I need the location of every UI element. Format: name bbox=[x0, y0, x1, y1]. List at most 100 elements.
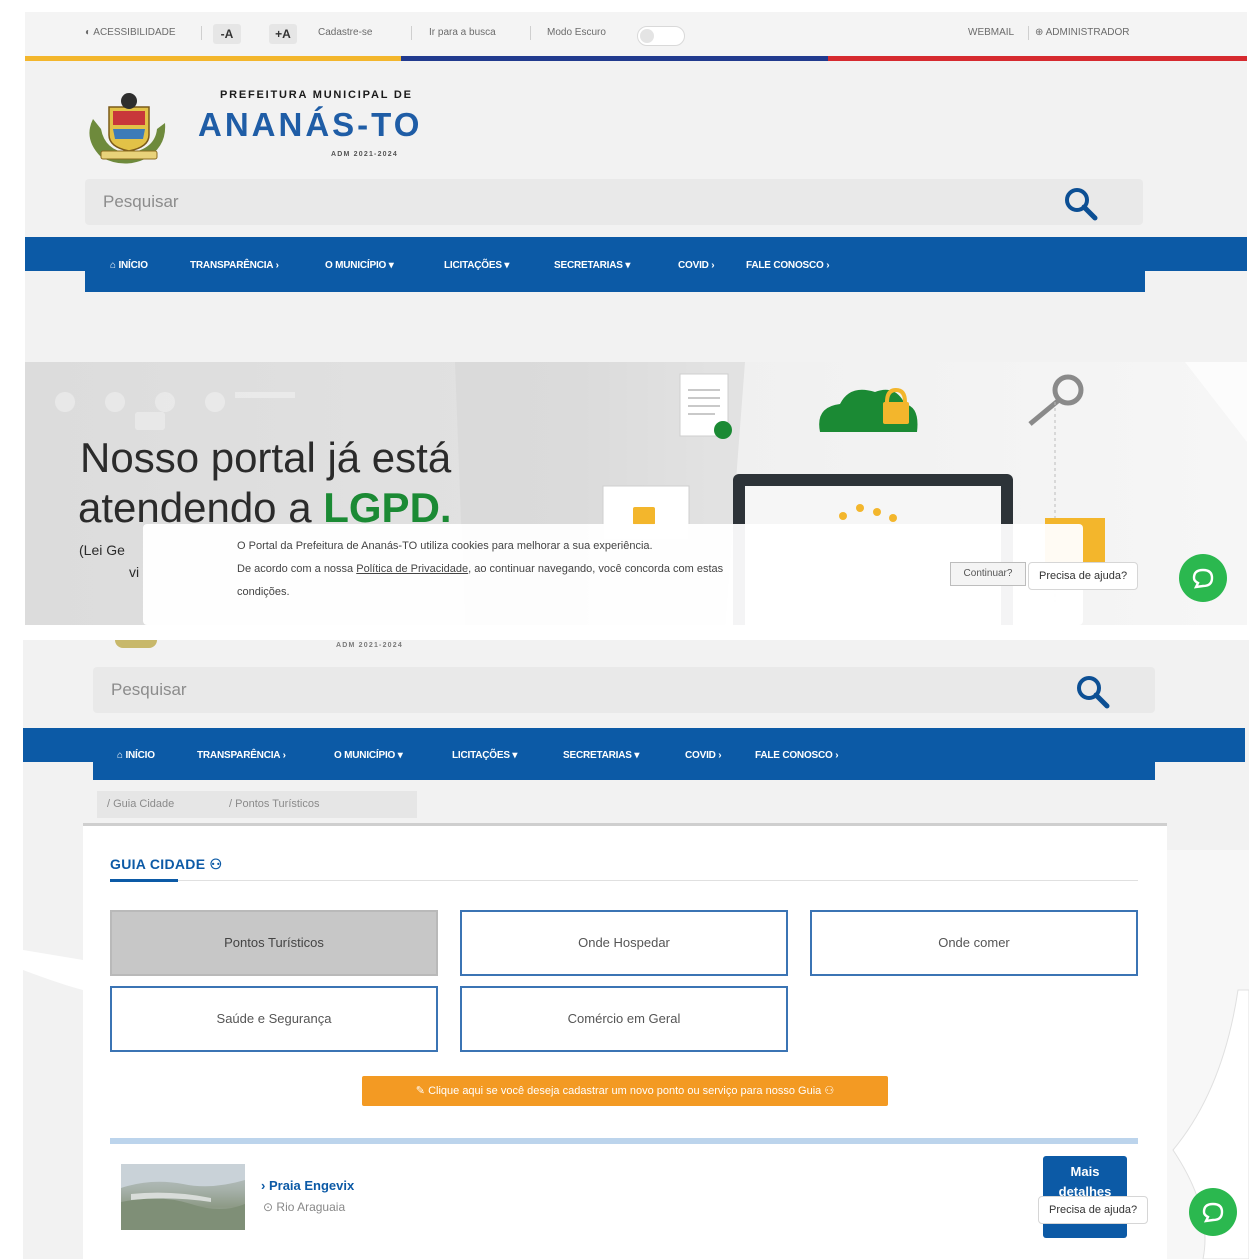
nav-departments[interactable]: SECRETARIAS ▾ bbox=[563, 750, 639, 761]
nav-municipality[interactable]: O MUNICÍPIO ▾ bbox=[334, 750, 403, 761]
accessibility-icon: ◐ bbox=[85, 27, 92, 38]
nav-contact[interactable]: FALE CONOSCO › bbox=[746, 260, 830, 271]
main-nav-inner: ⌂ INÍCIO TRANSPARÊNCIA › O MUNICÍPIO ▾ L… bbox=[93, 728, 1155, 780]
brand-term-cut: ADM 2021-2024 bbox=[336, 642, 403, 649]
admin-link[interactable]: ⊕ ADMINISTRADOR bbox=[1035, 27, 1130, 38]
dark-mode-label: Modo Escuro bbox=[547, 27, 606, 38]
cookie-continue-button[interactable]: Continuar? bbox=[950, 562, 1026, 586]
banner-subtext-2: vi bbox=[129, 564, 140, 580]
category-tourist-spots[interactable]: Pontos Turísticos bbox=[110, 910, 438, 976]
help-bubble[interactable]: Precisa de ajuda? bbox=[1028, 562, 1139, 590]
city-guide-panel: GUIA CIDADE ⚇ Pontos Turísticos Onde Hos… bbox=[83, 823, 1167, 1259]
nav-bids-label: LICITAÇÕES bbox=[444, 260, 502, 271]
city-crest-logo-cut bbox=[115, 640, 157, 648]
chat-icon bbox=[1202, 1202, 1224, 1223]
dark-mode-toggle[interactable] bbox=[637, 26, 685, 46]
nav-departments-label: SECRETARIAS bbox=[554, 260, 623, 271]
listing-title[interactable]: › Praia Engevix bbox=[261, 1178, 354, 1193]
brand-line-1: PREFEITURA MUNICIPAL DE bbox=[220, 89, 413, 101]
chevron-down-icon: ▾ bbox=[504, 260, 510, 271]
chevron-right-icon: › bbox=[718, 750, 722, 761]
admin-icon: ⊕ bbox=[1035, 27, 1044, 38]
cookie-text-2-prefix: De acordo com a nossa bbox=[237, 563, 357, 575]
home-icon: ⌂ bbox=[117, 750, 123, 761]
font-decrease-button[interactable]: -A bbox=[213, 24, 241, 44]
go-to-search-link[interactable]: Ir para a busca bbox=[429, 27, 496, 38]
list-divider bbox=[110, 1138, 1138, 1144]
whatsapp-chat-button[interactable] bbox=[1189, 1188, 1237, 1236]
nav-municipality-label: O MUNICÍPIO bbox=[334, 750, 396, 761]
search-placeholder: Pesquisar bbox=[111, 680, 187, 699]
listing-photo bbox=[121, 1164, 245, 1230]
nav-covid[interactable]: COVID › bbox=[685, 750, 722, 761]
nav-contact-label: FALE CONOSCO bbox=[746, 260, 824, 271]
chevron-down-icon: ▾ bbox=[512, 750, 518, 761]
category-where-to-stay[interactable]: Onde Hospedar bbox=[460, 910, 788, 976]
nav-contact[interactable]: FALE CONOSCO › bbox=[755, 750, 839, 761]
nav-transparency[interactable]: TRANSPARÊNCIA › bbox=[197, 750, 286, 761]
breadcrumb-item-tourist[interactable]: / Pontos Turísticos bbox=[229, 798, 320, 810]
bottom-screenshot: ADM 2021-2024 Pesquisar ⌂ INÍCIO TRANSPA… bbox=[23, 640, 1249, 1259]
chevron-right-icon: › bbox=[275, 260, 279, 271]
help-bubble[interactable]: Precisa de ajuda? bbox=[1038, 1196, 1149, 1224]
accessibility-label: ACESSIBILIDADE bbox=[93, 27, 176, 38]
chevron-right-icon: › bbox=[711, 260, 715, 271]
nav-covid[interactable]: COVID › bbox=[678, 260, 715, 271]
divider bbox=[201, 26, 202, 40]
webmail-link[interactable]: WEBMAIL bbox=[968, 27, 1014, 38]
nav-bids[interactable]: LICITAÇÕES ▾ bbox=[452, 750, 517, 761]
main-nav: ⌂ INÍCIO TRANSPARÊNCIA › O MUNICÍPIO ▾ L… bbox=[23, 728, 1245, 780]
chevron-down-icon: ▾ bbox=[388, 260, 394, 271]
chevron-right-icon: › bbox=[835, 750, 839, 761]
section-title-label: GUIA CIDADE bbox=[110, 856, 206, 872]
home-icon: ⌂ bbox=[110, 260, 116, 271]
section-divider bbox=[110, 880, 1138, 881]
category-commerce[interactable]: Comércio em Geral bbox=[460, 986, 788, 1052]
search-bar[interactable]: Pesquisar bbox=[93, 667, 1155, 713]
section-underline bbox=[110, 879, 178, 882]
cookie-text-1: O Portal da Prefeitura de Ananás-TO util… bbox=[237, 540, 653, 552]
register-link[interactable]: Cadastre-se bbox=[318, 27, 372, 38]
listing-title-label: Praia Engevix bbox=[268, 1178, 355, 1193]
category-health-safety[interactable]: Saúde e Segurança bbox=[110, 986, 438, 1052]
breadcrumb-guide-label: Guia Cidade bbox=[113, 798, 175, 810]
privacy-policy-link[interactable]: Política de Privacidade bbox=[356, 563, 468, 575]
nav-home[interactable]: ⌂ INÍCIO bbox=[117, 750, 155, 761]
search-icon[interactable] bbox=[1075, 674, 1111, 710]
nav-covid-label: COVID bbox=[685, 750, 716, 761]
city-crest-logo[interactable] bbox=[83, 89, 175, 165]
font-increase-button[interactable]: +A bbox=[269, 24, 297, 44]
listing-location: ⊙ Rio Araguaia bbox=[263, 1200, 345, 1214]
cookie-text-2-suffix: , ao continuar navegando, você concorda … bbox=[468, 563, 724, 575]
brand-term: ADM 2021-2024 bbox=[331, 151, 398, 158]
whatsapp-chat-button[interactable] bbox=[1179, 554, 1227, 602]
nav-contact-label: FALE CONOSCO bbox=[755, 750, 833, 761]
chevron-down-icon: ▾ bbox=[634, 750, 640, 761]
chevron-down-icon: ▾ bbox=[625, 260, 631, 271]
nav-home-label: INÍCIO bbox=[118, 260, 148, 271]
admin-label: ADMINISTRADOR bbox=[1045, 27, 1130, 38]
user-group-icon: ⚇ bbox=[209, 856, 223, 872]
listing-thumbnail[interactable] bbox=[121, 1164, 245, 1230]
breadcrumb-item-guide[interactable]: / Guia Cidade bbox=[107, 798, 174, 810]
divider bbox=[411, 26, 412, 40]
register-listing-button[interactable]: ✎ Clique aqui se você deseja cadastrar u… bbox=[362, 1076, 888, 1106]
chevron-right-icon: › bbox=[282, 750, 286, 761]
brand-title[interactable]: ANANÁS-TO bbox=[198, 106, 422, 144]
cookie-text-2: De acordo com a nossa Política de Privac… bbox=[237, 563, 723, 575]
map-pin-icon: ⊙ bbox=[263, 1200, 274, 1214]
search-bar[interactable]: Pesquisar bbox=[85, 179, 1143, 225]
nav-bids[interactable]: LICITAÇÕES ▾ bbox=[444, 260, 509, 271]
user-group-icon: ⚇ bbox=[824, 1085, 835, 1097]
nav-home[interactable]: ⌂ INÍCIO bbox=[110, 260, 148, 271]
search-placeholder: Pesquisar bbox=[103, 192, 179, 211]
category-where-to-eat[interactable]: Onde comer bbox=[810, 910, 1138, 976]
nav-departments[interactable]: SECRETARIAS ▾ bbox=[554, 260, 630, 271]
search-icon[interactable] bbox=[1063, 186, 1099, 222]
nav-transparency[interactable]: TRANSPARÊNCIA › bbox=[190, 260, 279, 271]
nav-home-label: INÍCIO bbox=[125, 750, 155, 761]
banner-subtext-1: (Lei Ge bbox=[79, 542, 125, 558]
accessibility-link[interactable]: ◐ ACESSIBILIDADE bbox=[85, 27, 176, 38]
nav-municipality[interactable]: O MUNICÍPIO ▾ bbox=[325, 260, 394, 271]
edit-icon: ✎ bbox=[415, 1085, 426, 1097]
